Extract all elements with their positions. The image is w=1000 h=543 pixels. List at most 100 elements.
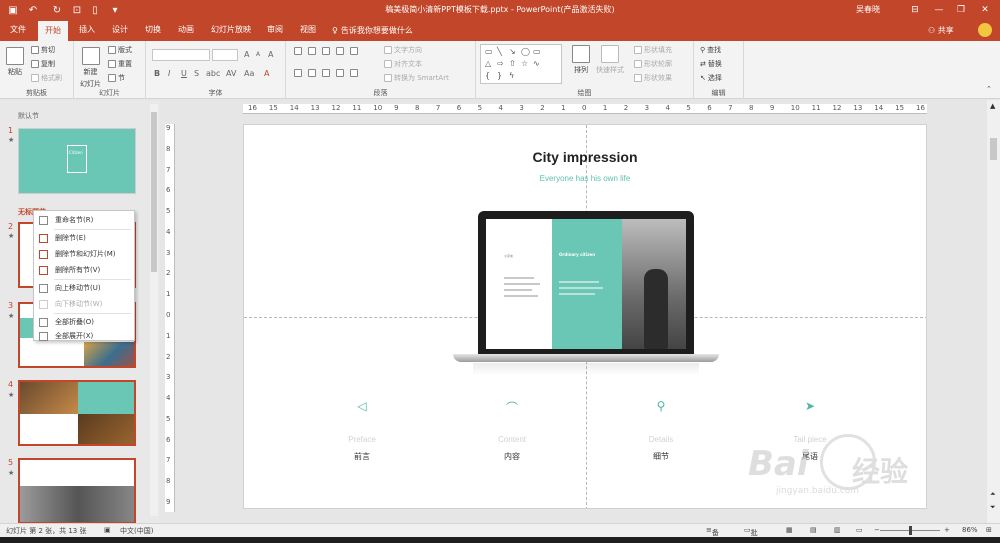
tell-me-box[interactable]: ♀ 告诉我你想要做什么 <box>332 25 413 36</box>
menu-rename-section[interactable]: 重命名节(R) <box>34 212 134 228</box>
oval-shape-icon[interactable]: ◯ <box>521 47 530 56</box>
normal-view-icon[interactable]: ▦ <box>786 526 793 534</box>
tab-view[interactable]: 视图 <box>300 24 316 35</box>
align-left-icon[interactable] <box>294 69 302 77</box>
increase-indent-icon[interactable] <box>336 47 344 55</box>
prev-slide-icon[interactable]: ⏶ <box>990 490 996 499</box>
shape-outline-button[interactable]: 形状轮廓 <box>634 59 672 69</box>
thumbnail-scroll-thumb[interactable] <box>151 112 157 272</box>
slide-thumbnail-1[interactable]: Citizen <box>18 128 136 194</box>
new-slide-button[interactable]: 新建 幻灯片 <box>80 47 101 89</box>
paste-button[interactable]: 粘贴 <box>6 47 24 77</box>
font-name-field[interactable] <box>152 49 210 61</box>
bold-button[interactable]: B <box>154 69 160 78</box>
arrow-shape-icon[interactable]: ↘ <box>509 47 516 56</box>
text-direction-button[interactable]: 文字方向 <box>384 45 422 55</box>
align-text-button[interactable]: 对齐文本 <box>384 59 422 69</box>
justify-icon[interactable] <box>336 69 344 77</box>
line-spacing-icon[interactable] <box>350 47 358 55</box>
change-case-button[interactable]: Aa <box>244 69 254 78</box>
decrease-font-button[interactable]: A <box>256 51 260 58</box>
decrease-indent-icon[interactable] <box>322 47 330 55</box>
scroll-up-icon[interactable]: ▲ <box>990 102 995 110</box>
shape-effects-button[interactable]: 形状效果 <box>634 73 672 83</box>
layout-button[interactable]: 版式 <box>108 45 132 55</box>
maximize-icon[interactable]: ❐ <box>950 2 972 18</box>
tab-slideshow[interactable]: 幻灯片放映 <box>211 24 251 35</box>
zoom-in-icon[interactable]: + <box>944 526 950 534</box>
language-indicator[interactable]: 中文(中国) <box>120 526 153 536</box>
tab-insert[interactable]: 插入 <box>79 24 95 35</box>
notes-button[interactable]: ≡ 备注 <box>706 526 719 543</box>
tab-home[interactable]: 开始 <box>38 21 68 41</box>
user-name[interactable]: 吴春晓 <box>856 4 880 15</box>
slide-sorter-icon[interactable]: ▤ <box>810 526 817 534</box>
laptop-image[interactable]: 小序言 Ordinary citizen <box>453 211 719 375</box>
feature-preface[interactable]: ◁ Preface 前言 <box>302 399 422 462</box>
arrange-button[interactable]: 排列 <box>572 45 590 75</box>
menu-delete-section[interactable]: 删除节(E) <box>34 230 134 246</box>
minimize-icon[interactable]: — <box>928 2 950 18</box>
numbering-icon[interactable] <box>308 47 316 55</box>
curve-shape-icon[interactable]: ∿ <box>533 59 540 68</box>
slide-thumbnail-4[interactable] <box>18 380 136 446</box>
zoom-level[interactable]: 86% <box>962 526 978 534</box>
tab-transitions[interactable]: 切换 <box>145 24 161 35</box>
menu-delete-all-sections[interactable]: 删除所有节(V) <box>34 262 134 278</box>
font-color-button[interactable]: A <box>264 69 269 78</box>
clear-format-button[interactable]: A <box>268 50 273 59</box>
rectangle-shape-icon[interactable]: ▭ <box>485 47 493 56</box>
bracket-shape-icon[interactable]: { <box>485 71 490 80</box>
comments-button[interactable]: ▭ 批注 <box>744 526 758 543</box>
strikethrough-button[interactable]: S <box>194 69 199 78</box>
italic-button[interactable]: I <box>168 69 170 78</box>
lightning-shape-icon[interactable]: ϟ <box>509 71 514 80</box>
cut-button[interactable]: 剪切 <box>31 45 55 55</box>
reading-view-icon[interactable]: ▥ <box>834 526 841 534</box>
close-icon[interactable]: ✕ <box>974 2 996 18</box>
find-button[interactable]: ⚲ 查找 <box>700 45 721 55</box>
columns-icon[interactable] <box>350 69 358 77</box>
next-slide-icon[interactable]: ⏷ <box>990 503 996 512</box>
quick-styles-button[interactable]: 快速样式 <box>596 45 624 75</box>
increase-font-button[interactable]: A <box>244 50 249 59</box>
arrow-right-shape-icon[interactable]: ⇨ <box>497 59 504 68</box>
align-right-icon[interactable] <box>322 69 330 77</box>
tab-design[interactable]: 设计 <box>112 24 128 35</box>
smartart-button[interactable]: 转换为 SmartArt <box>384 73 449 83</box>
section-default-label[interactable]: 默认节 <box>18 111 39 121</box>
triangle-shape-icon[interactable]: △ <box>485 59 491 68</box>
menu-move-section-up[interactable]: 向上移动节(U) <box>34 280 134 296</box>
shadow-button[interactable]: abc <box>206 69 220 78</box>
format-painter-button[interactable]: 格式刷 <box>31 73 62 83</box>
menu-delete-section-and-slides[interactable]: 删除节和幻灯片(M) <box>34 246 134 262</box>
menu-expand-all[interactable]: 全部展开(X) <box>34 328 134 344</box>
spellcheck-icon[interactable]: ▣ <box>104 526 111 534</box>
slide-subtitle[interactable]: Everyone has his own life <box>244 174 926 183</box>
brace-shape-icon[interactable]: } <box>497 71 502 80</box>
ribbon-display-icon[interactable]: ⊟ <box>904 2 926 18</box>
feature-content[interactable]: ⌒ Content 内容 <box>452 399 572 462</box>
feature-details[interactable]: ⚲ Details 细节 <box>601 399 721 462</box>
slideshow-view-icon[interactable]: ▭ <box>856 526 863 534</box>
char-spacing-button[interactable]: AV <box>226 69 236 78</box>
tab-file[interactable]: 文件 <box>10 24 26 35</box>
shapes-gallery[interactable]: ▭ ╲ ↘ ◯ ▭ △ ⇨ ⇧ ☆ ∿ { } ϟ <box>480 44 562 84</box>
select-button[interactable]: ↖ 选择 <box>700 73 722 83</box>
editor-scroll-thumb[interactable] <box>990 138 997 160</box>
thumbnail-scrollbar[interactable] <box>150 104 158 516</box>
box-shape-icon[interactable]: ▭ <box>533 47 541 56</box>
copy-button[interactable]: 复制 <box>31 59 55 69</box>
underline-button[interactable]: U <box>181 69 187 78</box>
align-center-icon[interactable] <box>308 69 316 77</box>
zoom-out-icon[interactable]: − <box>874 526 880 534</box>
tab-review[interactable]: 审阅 <box>267 24 283 35</box>
bullets-icon[interactable] <box>294 47 302 55</box>
arrow-up-shape-icon[interactable]: ⇧ <box>509 59 516 68</box>
shape-fill-button[interactable]: 形状填充 <box>634 45 672 55</box>
feedback-smiley-icon[interactable] <box>978 23 992 37</box>
font-size-field[interactable] <box>212 49 238 61</box>
editor-scrollbar[interactable]: ▲ ⏶ ⏷ <box>987 100 1000 523</box>
fit-to-window-icon[interactable]: ⊞ <box>986 526 992 534</box>
star-shape-icon[interactable]: ☆ <box>521 59 528 68</box>
